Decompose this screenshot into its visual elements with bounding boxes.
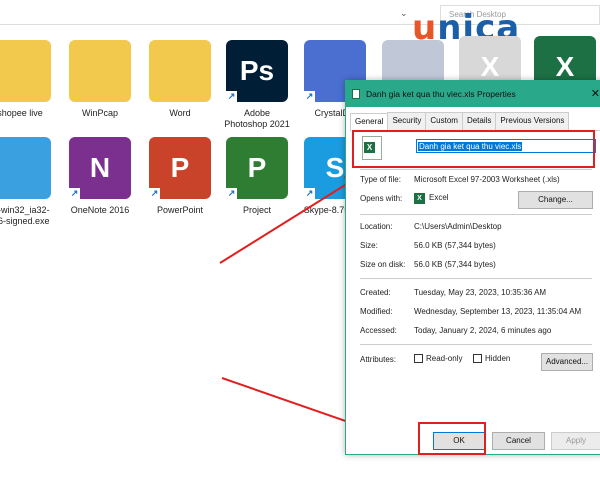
- tab-details[interactable]: Details: [461, 112, 497, 130]
- advanced-button[interactable]: Advanced...: [541, 353, 593, 371]
- hidden-checkbox[interactable]: Hidden: [473, 354, 510, 364]
- attributes-label: Attributes:: [360, 355, 397, 364]
- file-icon: [352, 89, 360, 99]
- change-button[interactable]: Change...: [518, 191, 593, 209]
- accessed-label: Accessed:: [360, 326, 397, 335]
- type-value: Microsoft Excel 97-2003 Worksheet (.xls): [414, 175, 560, 184]
- modified-label: Modified:: [360, 307, 393, 316]
- excel-icon: X Excel: [414, 193, 449, 204]
- accessed-value: Today, January 2, 2024, 6 minutes ago: [414, 326, 552, 335]
- created-value: Tuesday, May 23, 2023, 10:35:36 AM: [414, 288, 547, 297]
- opens-value: Excel: [429, 193, 449, 202]
- apply-button[interactable]: Apply: [551, 432, 600, 450]
- readonly-checkbox[interactable]: Read-only: [414, 354, 462, 364]
- arrow-to-type: [219, 174, 362, 264]
- tab-previous-versions[interactable]: Previous Versions: [495, 112, 570, 130]
- title-bar: Danh gia ket qua thu viec.xls Properties…: [346, 81, 600, 107]
- disk-value: 56.0 KB (57,344 bytes): [414, 260, 496, 269]
- location-value: C:\Users\Admin\Desktop: [414, 222, 502, 231]
- disk-label: Size on disk:: [360, 260, 406, 269]
- cancel-button[interactable]: Cancel: [492, 432, 545, 450]
- highlight-ok: [418, 422, 486, 455]
- close-icon[interactable]: ✕: [591, 87, 600, 100]
- modified-value: Wednesday, September 13, 2023, 11:35:04 …: [414, 307, 582, 316]
- dialog-title: Danh gia ket qua thu viec.xls Properties: [366, 89, 516, 99]
- created-label: Created:: [360, 288, 391, 297]
- size-value: 56.0 KB (57,344 bytes): [414, 241, 496, 250]
- size-label: Size:: [360, 241, 378, 250]
- highlight-filename: [352, 130, 595, 168]
- location-label: Location:: [360, 222, 393, 231]
- tab-custom[interactable]: Custom: [425, 112, 463, 130]
- tab-security[interactable]: Security: [387, 112, 427, 130]
- tab-general[interactable]: General: [350, 113, 389, 131]
- opens-label: Opens with:: [360, 194, 403, 203]
- type-label: Type of file:: [360, 175, 401, 184]
